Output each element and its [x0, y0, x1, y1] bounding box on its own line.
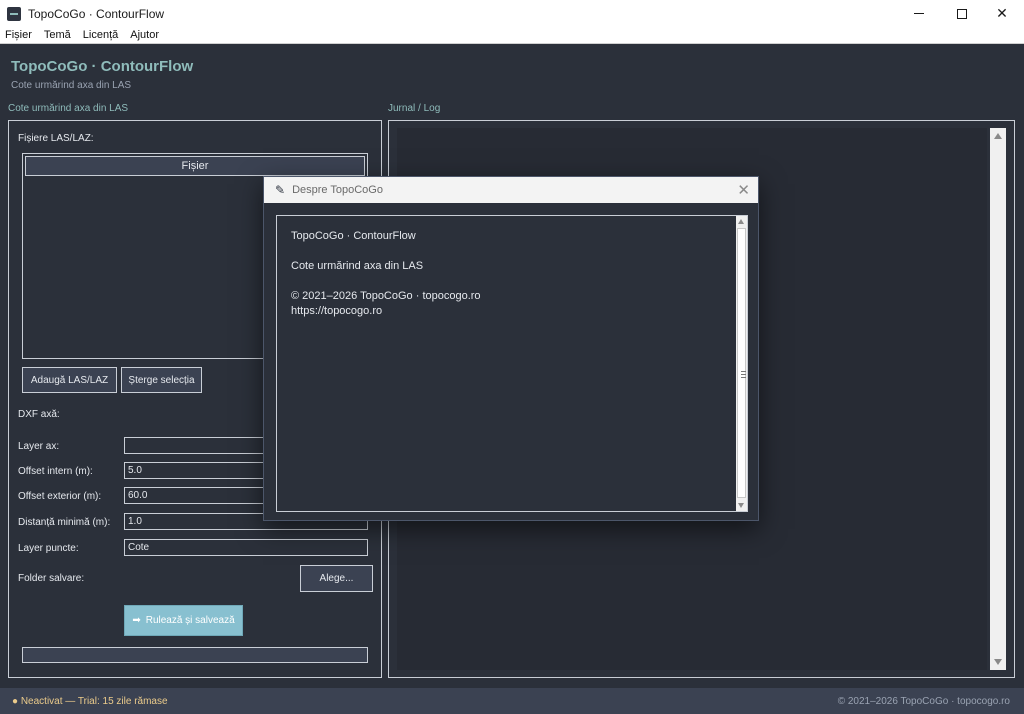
- dialog-titlebar: ✎ Despre TopoCoGo: [264, 177, 758, 203]
- menu-file[interactable]: Fișier: [5, 29, 32, 41]
- close-window-button[interactable]: ✕: [982, 0, 1022, 27]
- dialog-text-area[interactable]: TopoCoGo · ContourFlow Cote urmărind axa…: [276, 215, 748, 512]
- layer-axis-label: Layer ax:: [18, 441, 60, 452]
- grip-icon: [741, 371, 746, 378]
- menu-theme[interactable]: Temă: [44, 29, 71, 41]
- delete-selection-button[interactable]: Șterge selecția: [121, 367, 202, 393]
- dialog-copyright: © 2021–2026 TopoCoGo · topocogo.ro: [291, 290, 481, 302]
- feather-icon: ✎: [275, 183, 286, 197]
- window-titlebar: TopoCoGo · ContourFlow: [0, 0, 1024, 27]
- minimize-button[interactable]: [899, 0, 939, 27]
- maximize-icon: [957, 8, 967, 19]
- minimize-icon: [914, 13, 924, 14]
- app-title: TopoCoGo · ContourFlow: [11, 58, 194, 75]
- dialog-title: Despre TopoCoGo: [292, 184, 383, 196]
- about-dialog: ✎ Despre TopoCoGo ✕ TopoCoGo · ContourFl…: [263, 176, 759, 521]
- license-status: ● Neactivat — Trial: 15 zile rămase: [12, 696, 168, 707]
- points-layer-input[interactable]: Cote: [124, 539, 368, 556]
- dialog-scroll-up-icon[interactable]: [738, 219, 744, 224]
- menu-license[interactable]: Licență: [83, 29, 118, 41]
- app-subtitle: Cote urmărind axa din LAS: [11, 80, 132, 91]
- run-button-label: Rulează și salvează: [145, 615, 235, 626]
- dialog-scroll-thumb[interactable]: [737, 228, 746, 498]
- add-las-button[interactable]: Adaugă LAS/LAZ: [22, 367, 117, 393]
- log-section-label: Jurnal / Log: [388, 103, 441, 114]
- maximize-button[interactable]: [942, 0, 982, 27]
- dxf-axis-label: DXF axă:: [18, 409, 60, 420]
- offset-outer-label: Offset exterior (m):: [18, 491, 102, 502]
- dialog-close-icon[interactable]: ✕: [737, 181, 750, 199]
- menubar: Fișier Temă Licență Ajutor: [0, 27, 1024, 44]
- dialog-scroll-down-icon[interactable]: [738, 503, 744, 508]
- scroll-up-icon[interactable]: [994, 133, 1002, 139]
- choose-folder-button[interactable]: Alege...: [300, 565, 373, 592]
- log-scrollbar[interactable]: [990, 128, 1006, 670]
- copyright-text: © 2021–2026 TopoCoGo · topocogo.ro: [837, 696, 1010, 707]
- file-column-header[interactable]: Fișier: [25, 156, 365, 176]
- min-distance-label: Distanță minimă (m):: [18, 517, 111, 528]
- scroll-down-icon[interactable]: [994, 659, 1002, 665]
- files-label: Fișiere LAS/LAZ:: [18, 133, 94, 144]
- close-icon: ✕: [996, 5, 1008, 21]
- app-icon: [7, 6, 21, 21]
- arrow-right-icon: ➡: [132, 615, 141, 626]
- progress-bar: [22, 647, 368, 663]
- run-and-save-button[interactable]: ➡ Rulează și salvează: [124, 605, 243, 636]
- menu-help[interactable]: Ajutor: [130, 29, 159, 41]
- window-title: TopoCoGo · ContourFlow: [28, 6, 165, 21]
- offset-inner-label: Offset intern (m):: [18, 466, 93, 477]
- left-section-label: Cote urmărind axa din LAS: [8, 103, 129, 114]
- points-layer-label: Layer puncte:: [18, 543, 79, 554]
- dialog-app-name: TopoCoGo · ContourFlow: [291, 230, 416, 242]
- save-folder-label: Folder salvare:: [18, 573, 85, 584]
- dialog-description: Cote urmărind axa din LAS: [291, 260, 424, 272]
- dialog-scrollbar[interactable]: [736, 216, 747, 511]
- dialog-url: https://topocogo.ro: [291, 305, 383, 317]
